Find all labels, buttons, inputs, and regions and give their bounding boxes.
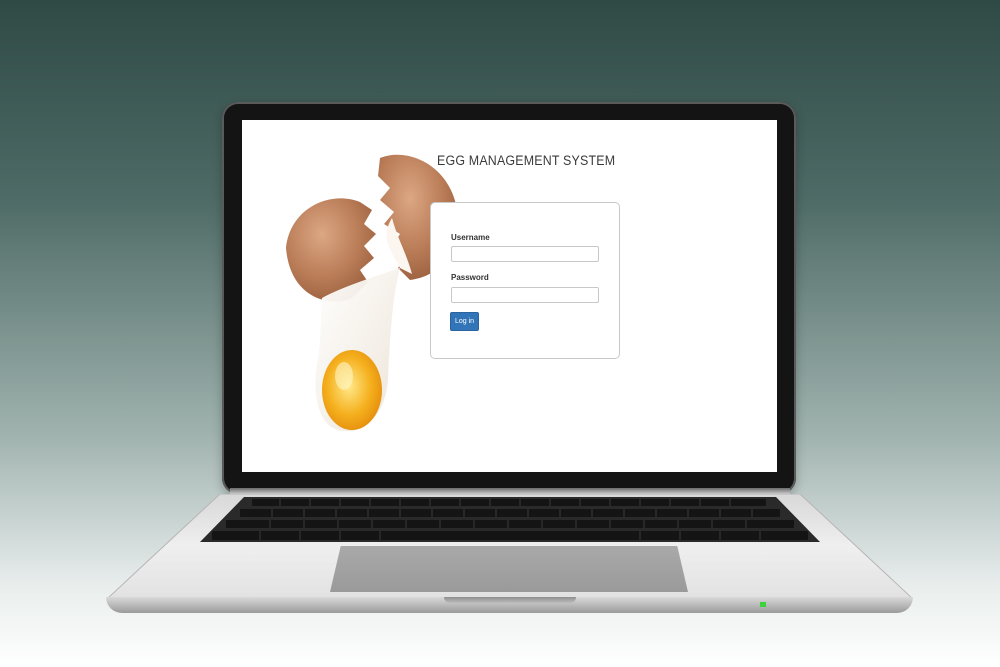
username-label: Username xyxy=(451,233,490,242)
lid-notch xyxy=(444,597,576,603)
password-field[interactable] xyxy=(451,287,599,303)
trackpad xyxy=(330,546,688,592)
power-led xyxy=(760,602,766,607)
login-button[interactable]: Log in xyxy=(450,312,479,331)
password-label: Password xyxy=(451,273,489,282)
page-title: EGG MANAGEMENT SYSTEM xyxy=(437,153,616,168)
username-field[interactable] xyxy=(451,246,599,262)
keyboard xyxy=(200,497,820,542)
